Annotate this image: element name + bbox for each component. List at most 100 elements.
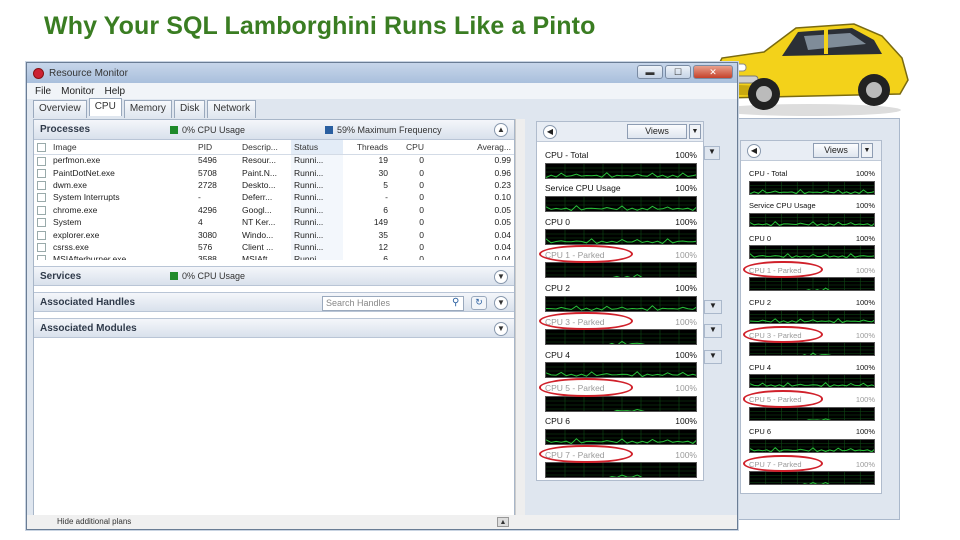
modules-heading: Associated Modules bbox=[40, 322, 137, 334]
menu-monitor[interactable]: Monitor bbox=[61, 86, 94, 97]
back-window-scroll-3[interactable]: ▼ bbox=[704, 324, 722, 338]
cpu-graph-label: CPU 2 bbox=[545, 283, 571, 294]
cpu-graph-label: CPU 0 bbox=[749, 233, 772, 243]
cpu-graph-1: Service CPU Usage 100% bbox=[545, 183, 697, 213]
cell-description: Resour... bbox=[242, 155, 277, 166]
cell-pid: 5708 bbox=[198, 167, 217, 178]
views-dropdown-arrow[interactable]: ▼ bbox=[689, 124, 701, 139]
cell-description: Paint.N... bbox=[242, 167, 277, 178]
column-description[interactable]: Descrip... bbox=[239, 140, 291, 155]
row-checkbox[interactable] bbox=[34, 179, 50, 191]
menu-file[interactable]: File bbox=[35, 86, 51, 97]
table-row[interactable]: perfmon.exe 5496 Resour... Runni... 19 0 0.99 bbox=[34, 154, 514, 167]
services-heading: Services bbox=[40, 270, 82, 282]
table-row[interactable]: System 4 NT Ker... Runni... 149 0 0.05 bbox=[34, 215, 514, 229]
cpu-graph-6: CPU 4 100% bbox=[749, 363, 875, 393]
modules-section-header[interactable]: Associated Modules ▼ bbox=[34, 318, 514, 338]
handles-section-header[interactable]: Associated Handles Search Handles ⚲ ↻ ▼ bbox=[34, 292, 514, 312]
search-icon[interactable]: ⚲ bbox=[452, 297, 459, 308]
table-row[interactable]: PaintDotNet.exe 5708 Paint.N... Runni... 30 0… bbox=[34, 166, 514, 179]
menu-help[interactable]: Help bbox=[104, 86, 125, 97]
cell-threads: 35 bbox=[378, 229, 388, 240]
cell-cpu: 0 bbox=[419, 179, 424, 190]
cell-threads: 30 bbox=[378, 167, 388, 178]
chevron-down-icon[interactable]: ▼ bbox=[494, 322, 508, 336]
cpu-graph-label: CPU 6 bbox=[749, 427, 772, 437]
cpu-graph-plot bbox=[749, 309, 875, 324]
chevron-down-icon[interactable]: ▼ bbox=[494, 270, 508, 284]
cpu-graph-8: CPU 6 100% bbox=[749, 427, 875, 457]
vertical-scrollbar[interactable] bbox=[515, 119, 525, 523]
column-cpu[interactable]: CPU bbox=[391, 140, 427, 155]
tab-memory[interactable]: Memory bbox=[123, 100, 172, 118]
select-all-checkbox[interactable] bbox=[34, 140, 50, 155]
views-dropdown-arrow[interactable]: ▼ bbox=[861, 143, 873, 158]
cpu-graph-plot bbox=[545, 262, 697, 279]
column-status[interactable]: Status bbox=[291, 140, 343, 155]
cpu-graph-2: CPU 0 100% bbox=[545, 217, 697, 247]
column-pid[interactable]: PID bbox=[195, 140, 239, 155]
table-row[interactable]: explorer.exe 3080 Windo... Runni... 35 0 0.04 bbox=[34, 228, 514, 241]
cell-threads: - bbox=[385, 192, 388, 203]
cpu-graph-plot bbox=[545, 395, 697, 412]
row-checkbox[interactable] bbox=[34, 154, 50, 166]
cell-threads: 19 bbox=[378, 155, 388, 166]
cpu-graph-plot bbox=[749, 471, 875, 486]
max-frequency-swatch bbox=[325, 125, 334, 134]
tab-network[interactable]: Network bbox=[207, 100, 257, 118]
column-threads[interactable]: Threads bbox=[343, 140, 391, 155]
status-scroll-button[interactable]: ▲ bbox=[497, 517, 509, 527]
cell-description: Googl... bbox=[242, 204, 272, 215]
cell-pid: 5496 bbox=[198, 155, 217, 166]
minimize-button[interactable]: ▬ bbox=[637, 65, 663, 79]
row-checkbox[interactable] bbox=[34, 228, 50, 240]
row-checkbox[interactable] bbox=[34, 191, 50, 203]
maximize-button[interactable]: ☐ bbox=[665, 65, 691, 79]
back-window-scroll-2[interactable]: ▼ bbox=[704, 300, 722, 314]
cpu-graph-2: CPU 0 100% bbox=[749, 234, 875, 264]
cpu-graph-0: CPU - Total 100% bbox=[545, 150, 697, 180]
refresh-icon[interactable]: ↻ bbox=[471, 296, 487, 310]
status-text: Hide additional plans bbox=[57, 517, 132, 526]
table-row[interactable]: dwm.exe 2728 Deskto... Runni... 5 0 0.23 bbox=[34, 178, 514, 192]
chevron-down-icon[interactable]: ▼ bbox=[494, 296, 508, 310]
cpu-usage-swatch bbox=[170, 125, 178, 134]
cpu-graph-plot bbox=[749, 212, 875, 227]
table-row[interactable]: chrome.exe 4296 Googl... Runni... 6 0 0.05 bbox=[34, 203, 514, 216]
cell-description: Deskto... bbox=[242, 179, 276, 190]
cpu-graph-plot bbox=[749, 245, 875, 260]
search-handles-input[interactable]: Search Handles bbox=[322, 296, 464, 311]
table-row[interactable]: csrss.exe 576 Client ... Runni... 12 0 0.04 bbox=[34, 240, 514, 254]
processes-section-header[interactable]: Processes 0% CPU Usage 59% Maximum Frequ… bbox=[34, 120, 514, 140]
cpu-graph-max-pct: 100% bbox=[855, 459, 875, 469]
row-checkbox[interactable] bbox=[34, 204, 50, 216]
cell-image: explorer.exe bbox=[53, 229, 100, 240]
views-button[interactable]: Views bbox=[627, 124, 687, 139]
title-bar: Resource Monitor ▬ ☐ ✕ bbox=[27, 63, 737, 83]
cpu-graph-plot bbox=[545, 295, 697, 312]
tab-overview[interactable]: Overview bbox=[33, 100, 87, 118]
cpu-graph-label: CPU - Total bbox=[749, 169, 788, 178]
cpu-graph-max-pct: 100% bbox=[855, 298, 875, 308]
services-section-header[interactable]: Services 0% CPU Usage ▼ bbox=[34, 266, 514, 286]
chevron-left-icon[interactable]: ◀ bbox=[543, 125, 557, 139]
column-image[interactable]: Image bbox=[50, 140, 195, 155]
cell-average-cpu: 0.04 bbox=[494, 229, 511, 240]
row-checkbox[interactable] bbox=[34, 241, 50, 253]
chevron-up-icon[interactable]: ▲ bbox=[494, 123, 508, 137]
cpu-graph-1: Service CPU Usage 100% bbox=[749, 201, 875, 231]
tab-cpu[interactable]: CPU bbox=[88, 98, 122, 116]
cpu-graph-max-pct: 100% bbox=[855, 362, 875, 372]
cpu-graph-plot bbox=[545, 428, 697, 445]
row-checkbox[interactable] bbox=[34, 166, 50, 178]
chevron-left-icon[interactable]: ◀ bbox=[747, 144, 761, 158]
row-checkbox[interactable] bbox=[34, 216, 50, 228]
back-window-scroll-1[interactable]: ▼ bbox=[704, 146, 720, 160]
tab-disk[interactable]: Disk bbox=[173, 100, 206, 118]
cell-average-cpu: 0.05 bbox=[494, 204, 511, 215]
close-button[interactable]: ✕ bbox=[693, 65, 733, 79]
column-average-cpu[interactable]: Averag... bbox=[427, 140, 514, 155]
back-window-scroll-4[interactable]: ▼ bbox=[704, 350, 722, 364]
table-row[interactable]: System Interrupts - Deferr... Runni... - 0 0.1… bbox=[34, 191, 514, 204]
views-button[interactable]: Views bbox=[813, 143, 859, 158]
